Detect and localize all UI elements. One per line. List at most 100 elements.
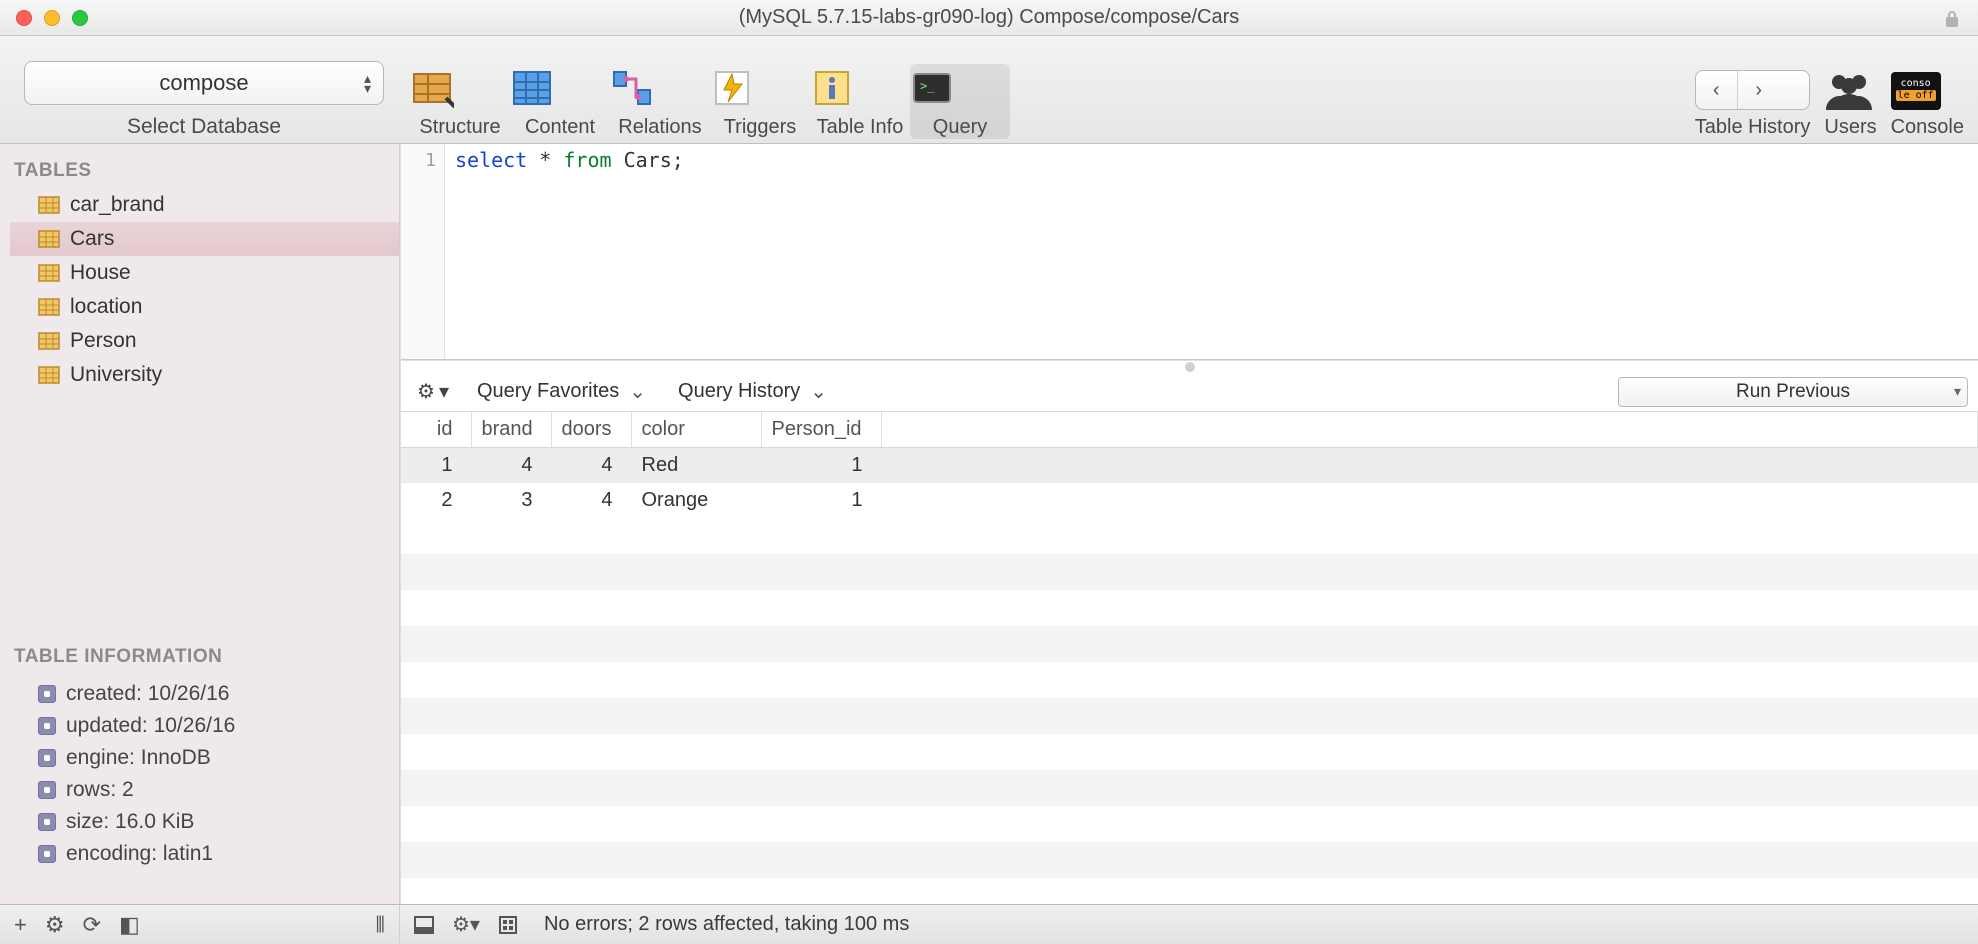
pane-columns-icon[interactable]: ⦀ xyxy=(375,912,385,938)
cell[interactable]: Orange xyxy=(631,483,761,518)
history-nav: ‹ › xyxy=(1695,70,1811,110)
right-toolbar: ‹ › Table History Users console off Cons… xyxy=(1695,70,1964,139)
minimize-window-button[interactable] xyxy=(44,10,60,26)
table-row[interactable]: 234Orange1 xyxy=(401,483,1978,518)
table-info-item: rows: 2 xyxy=(38,774,391,806)
toolbar-item-label: Relations xyxy=(610,116,710,139)
toolbar-content[interactable]: Content xyxy=(510,64,610,139)
table-history-label: Table History xyxy=(1695,116,1811,139)
database-selector[interactable]: compose ▴▾ xyxy=(24,61,384,105)
gear-icon: ⚙ xyxy=(417,379,435,404)
content-icon xyxy=(510,68,610,108)
view-mode-toolbar: StructureContentRelationsTriggersTable I… xyxy=(410,64,1010,139)
bullet-icon xyxy=(38,781,56,799)
run-previous-dropdown[interactable]: Run Previous xyxy=(1618,377,1968,407)
database-selector-value: compose xyxy=(159,70,248,96)
cell[interactable]: 2 xyxy=(401,483,471,518)
table-info-text: created: 10/26/16 xyxy=(66,682,229,706)
tables-header: TABLES xyxy=(10,154,399,188)
toolbar-query[interactable]: >_ Query xyxy=(910,64,1010,139)
query-favorites-label: Query Favorites xyxy=(477,380,619,403)
table-row[interactable]: 144Red1 xyxy=(401,448,1978,484)
table-info-text: engine: InnoDB xyxy=(66,746,211,770)
cell[interactable]: 4 xyxy=(551,483,631,518)
main-bottom-toolbar: ⚙▾ No errors; 2 rows affected, taking 10… xyxy=(400,905,1978,944)
table-info-list: created: 10/26/16updated: 10/26/16engine… xyxy=(10,674,399,874)
bullet-icon xyxy=(38,685,56,703)
results-area: idbranddoorscolorPerson_id 144Red1 234Or… xyxy=(401,412,1978,904)
sidebar-table-car_brand[interactable]: car_brand xyxy=(10,188,399,222)
table-info-item: encoding: latin1 xyxy=(38,838,391,870)
history-forward-button[interactable]: › xyxy=(1738,71,1780,109)
query-favorites-dropdown[interactable]: Query Favorites ⌄ xyxy=(467,379,656,404)
column-header-id[interactable]: id xyxy=(401,412,471,448)
query-controls-row: ⚙▾ Query Favorites ⌄ Query History ⌄ Run… xyxy=(401,372,1978,412)
table-icon xyxy=(38,332,60,350)
export-icon[interactable] xyxy=(498,915,518,935)
column-header-person_id[interactable]: Person_id xyxy=(761,412,881,448)
table-history-tool: ‹ › Table History xyxy=(1695,70,1811,139)
column-header-brand[interactable]: brand xyxy=(471,412,551,448)
query-icon: >_ xyxy=(910,68,1010,108)
users-tool[interactable]: Users xyxy=(1824,72,1876,139)
refresh-button[interactable]: ⟳ xyxy=(83,912,101,938)
window-title: (MySQL 5.7.15-labs-gr090-log) Compose/co… xyxy=(0,6,1978,29)
splitter-handle[interactable] xyxy=(401,360,1978,372)
cell[interactable]: Red xyxy=(631,448,761,484)
toolbar-table-info[interactable]: Table Info xyxy=(810,64,910,139)
column-header-doors[interactable]: doors xyxy=(551,412,631,448)
column-header-color[interactable]: color xyxy=(631,412,761,448)
query-history-dropdown[interactable]: Query History ⌄ xyxy=(668,379,837,404)
toolbar-triggers[interactable]: Triggers xyxy=(710,64,810,139)
database-selector-caption: Select Database xyxy=(127,115,281,139)
toggle-bottom-pane-button[interactable] xyxy=(414,916,434,934)
svg-text:>_: >_ xyxy=(920,79,935,93)
bullet-icon xyxy=(38,813,56,831)
results-empty-stripes xyxy=(401,518,1978,904)
console-tool[interactable]: console off Console xyxy=(1891,72,1964,139)
lock-icon xyxy=(1944,10,1960,28)
toolbar-structure[interactable]: Structure xyxy=(410,64,510,139)
toolbar-item-label: Triggers xyxy=(710,116,810,139)
toolbar-item-label: Query xyxy=(910,116,1010,139)
results-table[interactable]: idbranddoorscolorPerson_id 144Red1 234Or… xyxy=(401,412,1978,518)
cell[interactable]: 3 xyxy=(471,483,551,518)
bullet-icon xyxy=(38,749,56,767)
sidebar-table-label: University xyxy=(70,363,162,387)
sidebar-table-person[interactable]: Person xyxy=(10,324,399,358)
editor-code[interactable]: select * from Cars; xyxy=(445,144,1978,359)
cell[interactable]: 4 xyxy=(551,448,631,484)
bullet-icon xyxy=(38,845,56,863)
zoom-window-button[interactable] xyxy=(72,10,88,26)
users-label: Users xyxy=(1824,116,1876,139)
chevron-down-icon: ▾ xyxy=(439,379,449,404)
toggle-info-pane-button[interactable]: ◧ xyxy=(119,912,140,938)
sidebar-table-label: car_brand xyxy=(70,193,165,217)
result-gear-menu[interactable]: ⚙▾ xyxy=(452,912,480,937)
sql-editor[interactable]: 1 select * from Cars; xyxy=(401,144,1978,360)
toolbar-item-label: Structure xyxy=(410,116,510,139)
sidebar-table-label: Cars xyxy=(70,227,114,251)
sidebar-gear-button[interactable]: ⚙ xyxy=(45,912,65,938)
table-icon xyxy=(38,298,60,316)
add-button[interactable]: + xyxy=(14,912,27,938)
sidebar-table-label: location xyxy=(70,295,142,319)
cell[interactable]: 1 xyxy=(761,448,881,484)
sidebar-table-house[interactable]: House xyxy=(10,256,399,290)
console-icon: console off xyxy=(1891,72,1941,110)
sidebar-table-location[interactable]: location xyxy=(10,290,399,324)
cell[interactable]: 1 xyxy=(761,483,881,518)
close-window-button[interactable] xyxy=(16,10,32,26)
database-selector-area: compose ▴▾ Select Database xyxy=(14,61,394,139)
cell[interactable]: 4 xyxy=(471,448,551,484)
toolbar-relations[interactable]: Relations xyxy=(610,64,710,139)
editor-gutter: 1 xyxy=(401,144,445,359)
titlebar: (MySQL 5.7.15-labs-gr090-log) Compose/co… xyxy=(0,0,1978,36)
status-text: No errors; 2 rows affected, taking 100 m… xyxy=(544,913,909,936)
cell[interactable]: 1 xyxy=(401,448,471,484)
table-list: car_brand Cars House location Person Universi… xyxy=(10,188,399,392)
sidebar-table-cars[interactable]: Cars xyxy=(10,222,399,256)
sidebar-table-university[interactable]: University xyxy=(10,358,399,392)
history-back-button[interactable]: ‹ xyxy=(1696,71,1738,109)
query-gear-menu[interactable]: ⚙▾ xyxy=(411,379,455,404)
